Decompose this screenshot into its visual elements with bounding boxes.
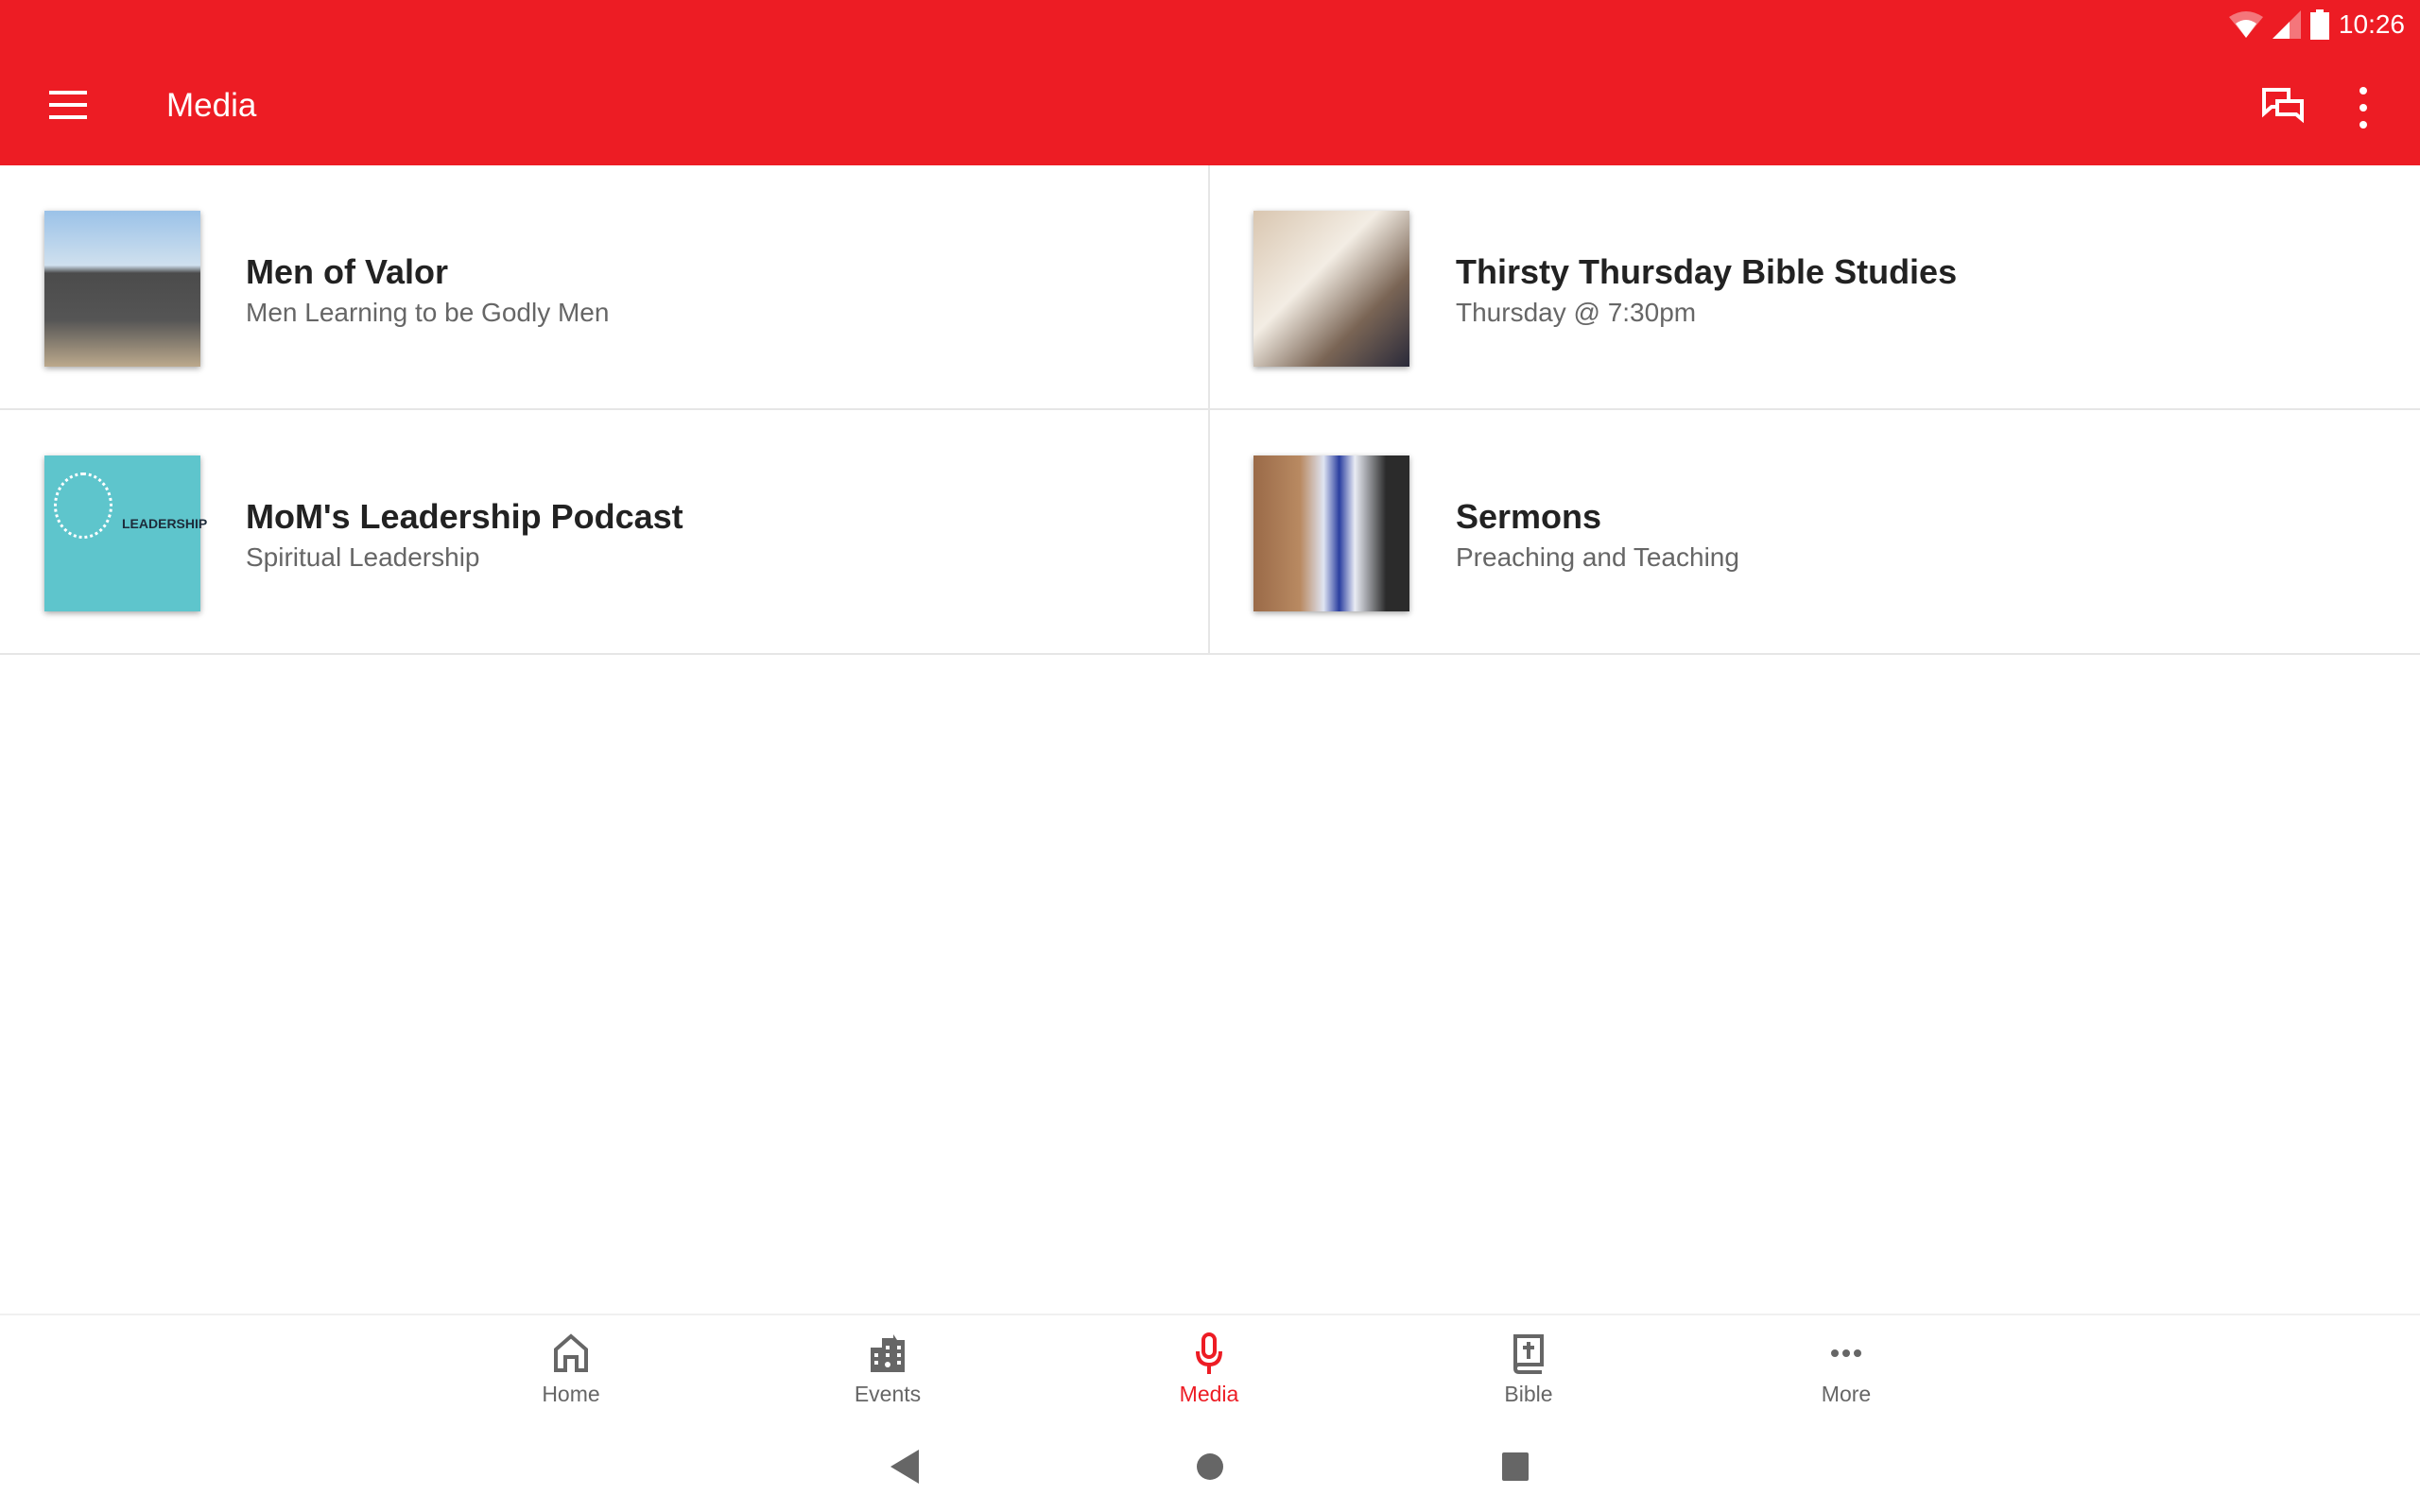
home-button-icon[interactable] bbox=[1196, 1446, 1224, 1487]
list-item[interactable]: LEADERSHIP MoM's Leadership Podcast Spir… bbox=[0, 410, 1210, 653]
app-bar: 10:26 Media bbox=[0, 0, 2420, 165]
nav-events[interactable]: Events bbox=[793, 1332, 982, 1407]
microphone-icon bbox=[1196, 1332, 1222, 1374]
item-subtitle: Spiritual Leadership bbox=[246, 542, 480, 572]
list-item[interactable]: Sermons Preaching and Teaching bbox=[1210, 410, 2420, 653]
menu-icon[interactable] bbox=[49, 91, 87, 119]
thumbnail-image bbox=[44, 211, 200, 367]
item-title: Thirsty Thursday Bible Studies bbox=[1456, 252, 1958, 291]
back-icon[interactable] bbox=[887, 1446, 919, 1487]
thumbnail-image bbox=[1253, 455, 1409, 611]
recents-icon[interactable] bbox=[1500, 1446, 1530, 1487]
wifi-icon bbox=[2228, 11, 2263, 38]
nav-more[interactable]: More bbox=[1752, 1332, 1941, 1407]
page-title: Media bbox=[166, 87, 257, 124]
home-icon bbox=[554, 1333, 588, 1372]
thumbnail-image: LEADERSHIP bbox=[44, 455, 207, 611]
item-title: Men of Valor bbox=[246, 252, 449, 291]
nav-media[interactable]: Media bbox=[1115, 1332, 1304, 1407]
item-title: MoM's Leadership Podcast bbox=[246, 497, 683, 536]
status-bar: 10:26 bbox=[2228, 6, 2405, 43]
more-vert-icon[interactable] bbox=[2352, 87, 2375, 129]
building-icon bbox=[871, 1334, 905, 1372]
clock: 10:26 bbox=[2338, 9, 2405, 39]
item-title: Sermons bbox=[1456, 497, 1602, 536]
more-horiz-icon bbox=[1831, 1349, 1861, 1357]
item-subtitle: Thursday @ 7:30pm bbox=[1456, 298, 1697, 327]
item-subtitle: Men Learning to be Godly Men bbox=[246, 298, 610, 327]
thumbnail-logo-text: LEADERSHIP bbox=[122, 516, 208, 531]
thumbnail-image bbox=[1253, 211, 1409, 367]
chat-icon[interactable] bbox=[2261, 87, 2305, 125]
media-list: Men of Valor Men Learning to be Godly Me… bbox=[0, 165, 2420, 655]
nav-home[interactable]: Home bbox=[476, 1332, 666, 1407]
bottom-navigation: Home Events Media Bible More bbox=[0, 1314, 2420, 1427]
item-subtitle: Preaching and Teaching bbox=[1456, 542, 1739, 572]
nav-bible[interactable]: Bible bbox=[1434, 1332, 1623, 1407]
list-item[interactable]: Men of Valor Men Learning to be Godly Me… bbox=[0, 165, 1210, 408]
signal-icon bbox=[2272, 10, 2301, 39]
battery-icon bbox=[2309, 9, 2329, 40]
bible-icon bbox=[1512, 1334, 1544, 1374]
list-item[interactable]: Thirsty Thursday Bible Studies Thursday … bbox=[1210, 165, 2420, 408]
